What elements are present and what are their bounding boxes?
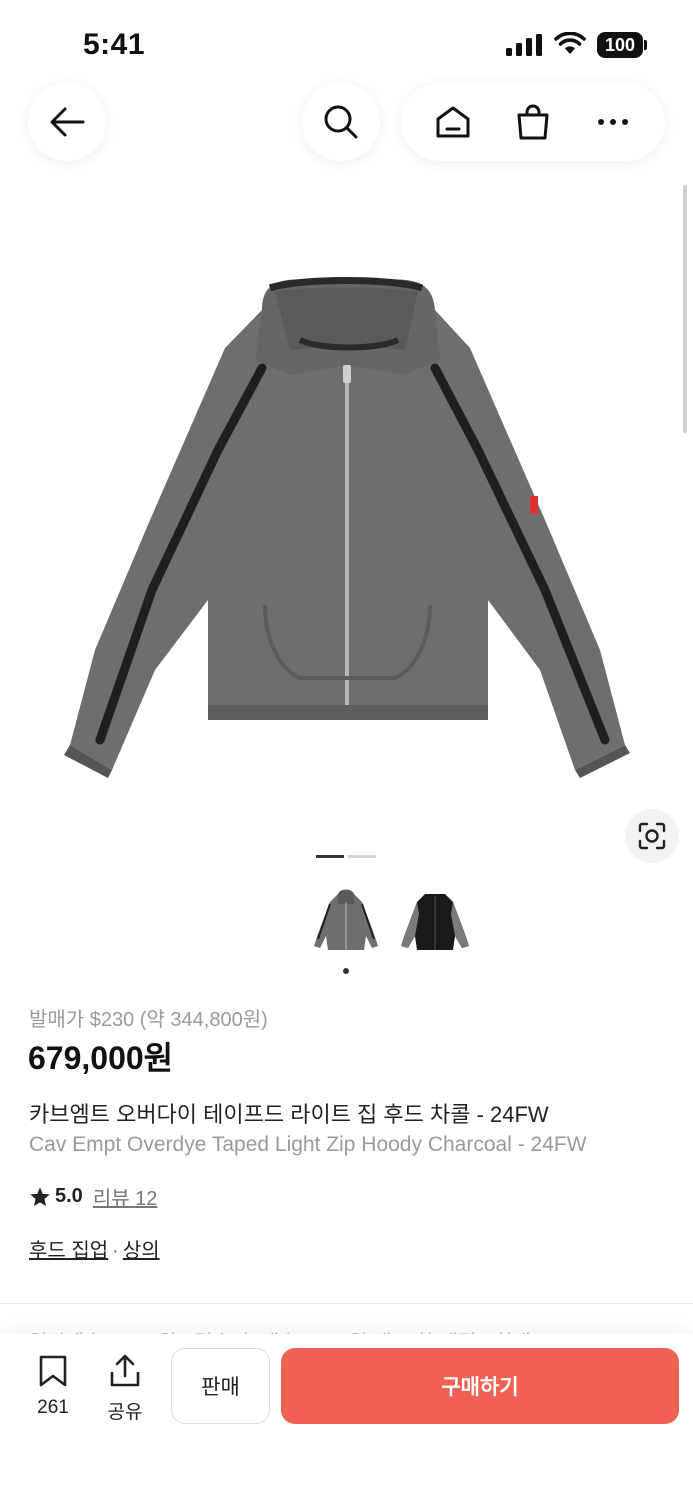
category-link-hood-zipup[interactable]: 후드 집업 xyxy=(29,1240,108,1262)
home-icon xyxy=(436,106,470,138)
search-button[interactable] xyxy=(302,83,380,161)
lens-scan-icon xyxy=(638,822,666,850)
product-name-korean: 카브엠트 오버다이 테이프드 라이트 집 후드 차콜 - 24FW xyxy=(29,1102,549,1127)
category-breadcrumb: 후드 집업 · 상의 xyxy=(29,1234,160,1263)
status-time: 5:41 xyxy=(83,28,146,61)
gallery-indicator xyxy=(348,855,376,858)
share-icon xyxy=(110,1354,140,1387)
cart-button[interactable] xyxy=(498,87,568,157)
product-main-image[interactable] xyxy=(0,200,693,840)
share-button[interactable]: 공유 xyxy=(95,1354,155,1424)
back-arrow-icon xyxy=(50,107,85,137)
product-name-english: Cav Empt Overdye Taped Light Zip Hoody C… xyxy=(29,1133,587,1156)
rating-score: 5.0 xyxy=(55,1185,83,1207)
back-button[interactable] xyxy=(28,83,106,161)
buy-button[interactable]: 구매하기 xyxy=(281,1348,679,1424)
more-button[interactable] xyxy=(578,87,648,157)
battery-level: 100 xyxy=(597,32,643,58)
review-link[interactable]: 리뷰 12 xyxy=(93,1182,158,1211)
share-label: 공유 xyxy=(107,1402,143,1423)
bookmark-icon xyxy=(39,1355,67,1387)
thumbnail-black-grey-jacket[interactable] xyxy=(397,884,473,960)
save-button[interactable]: 261 xyxy=(23,1354,83,1419)
home-button[interactable] xyxy=(418,87,488,157)
cellular-signal-icon xyxy=(506,34,542,56)
more-icon xyxy=(598,119,628,125)
category-link-tops[interactable]: 상의 xyxy=(123,1240,160,1262)
bottom-action-bar: 261 공유 판매 구매하기 xyxy=(0,1334,693,1500)
wifi-icon xyxy=(554,32,586,54)
nav-action-group xyxy=(401,83,665,161)
sell-button[interactable]: 판매 xyxy=(171,1348,270,1424)
thumbnail-charcoal-hoodie[interactable] xyxy=(308,884,384,960)
current-price: 679,000원 xyxy=(28,1040,174,1076)
visual-search-button[interactable] xyxy=(625,809,679,863)
rating-row: 5.0 리뷰 12 xyxy=(29,1182,157,1211)
gallery-indicator-active xyxy=(316,855,344,858)
hoodie-illustration xyxy=(64,277,630,778)
status-bar: 5:41 100 xyxy=(0,0,693,80)
star-icon xyxy=(30,1186,50,1206)
battery-icon: 100 xyxy=(597,32,647,58)
release-price: 발매가 $230 (약 344,800원) xyxy=(29,1009,268,1031)
category-separator: · xyxy=(112,1240,119,1262)
search-icon xyxy=(324,105,358,139)
thumbnail-selected-dot xyxy=(343,968,349,974)
save-count: 261 xyxy=(37,1397,69,1418)
shopping-bag-icon xyxy=(517,104,549,140)
section-divider xyxy=(0,1303,693,1304)
